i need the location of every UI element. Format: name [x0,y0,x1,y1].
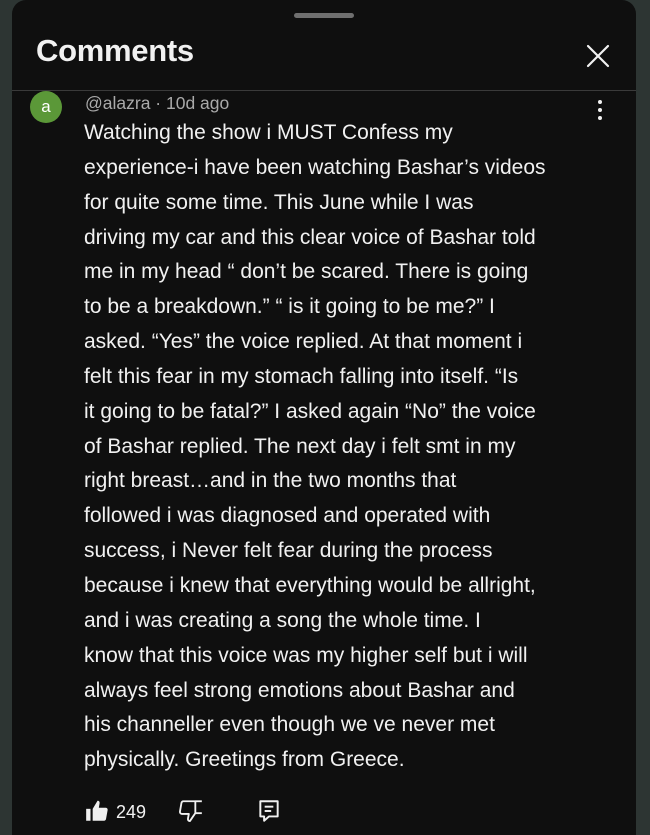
like-count: 249 [116,802,147,822]
thumbs-down-icon [178,800,202,822]
thumbs-up-icon [86,800,108,821]
comments-panel: Comments a @alazra · 10d ago Watching th… [12,0,636,835]
header-divider [12,90,636,91]
comment-meta: @alazra · 10d ago [85,93,230,113]
reply-button[interactable] [256,798,282,824]
reply-comment-icon [259,800,279,822]
like-button[interactable] [84,798,110,824]
comment-text: Watching the show i MUST Confess my expe… [84,121,546,772]
panel-title: Comments [36,33,194,68]
close-icon [586,44,610,68]
avatar[interactable]: a [30,91,62,123]
drag-handle[interactable] [294,13,354,18]
comment-actions: 249 [84,796,324,828]
dislike-button[interactable] [178,798,204,824]
close-button[interactable] [582,40,614,72]
